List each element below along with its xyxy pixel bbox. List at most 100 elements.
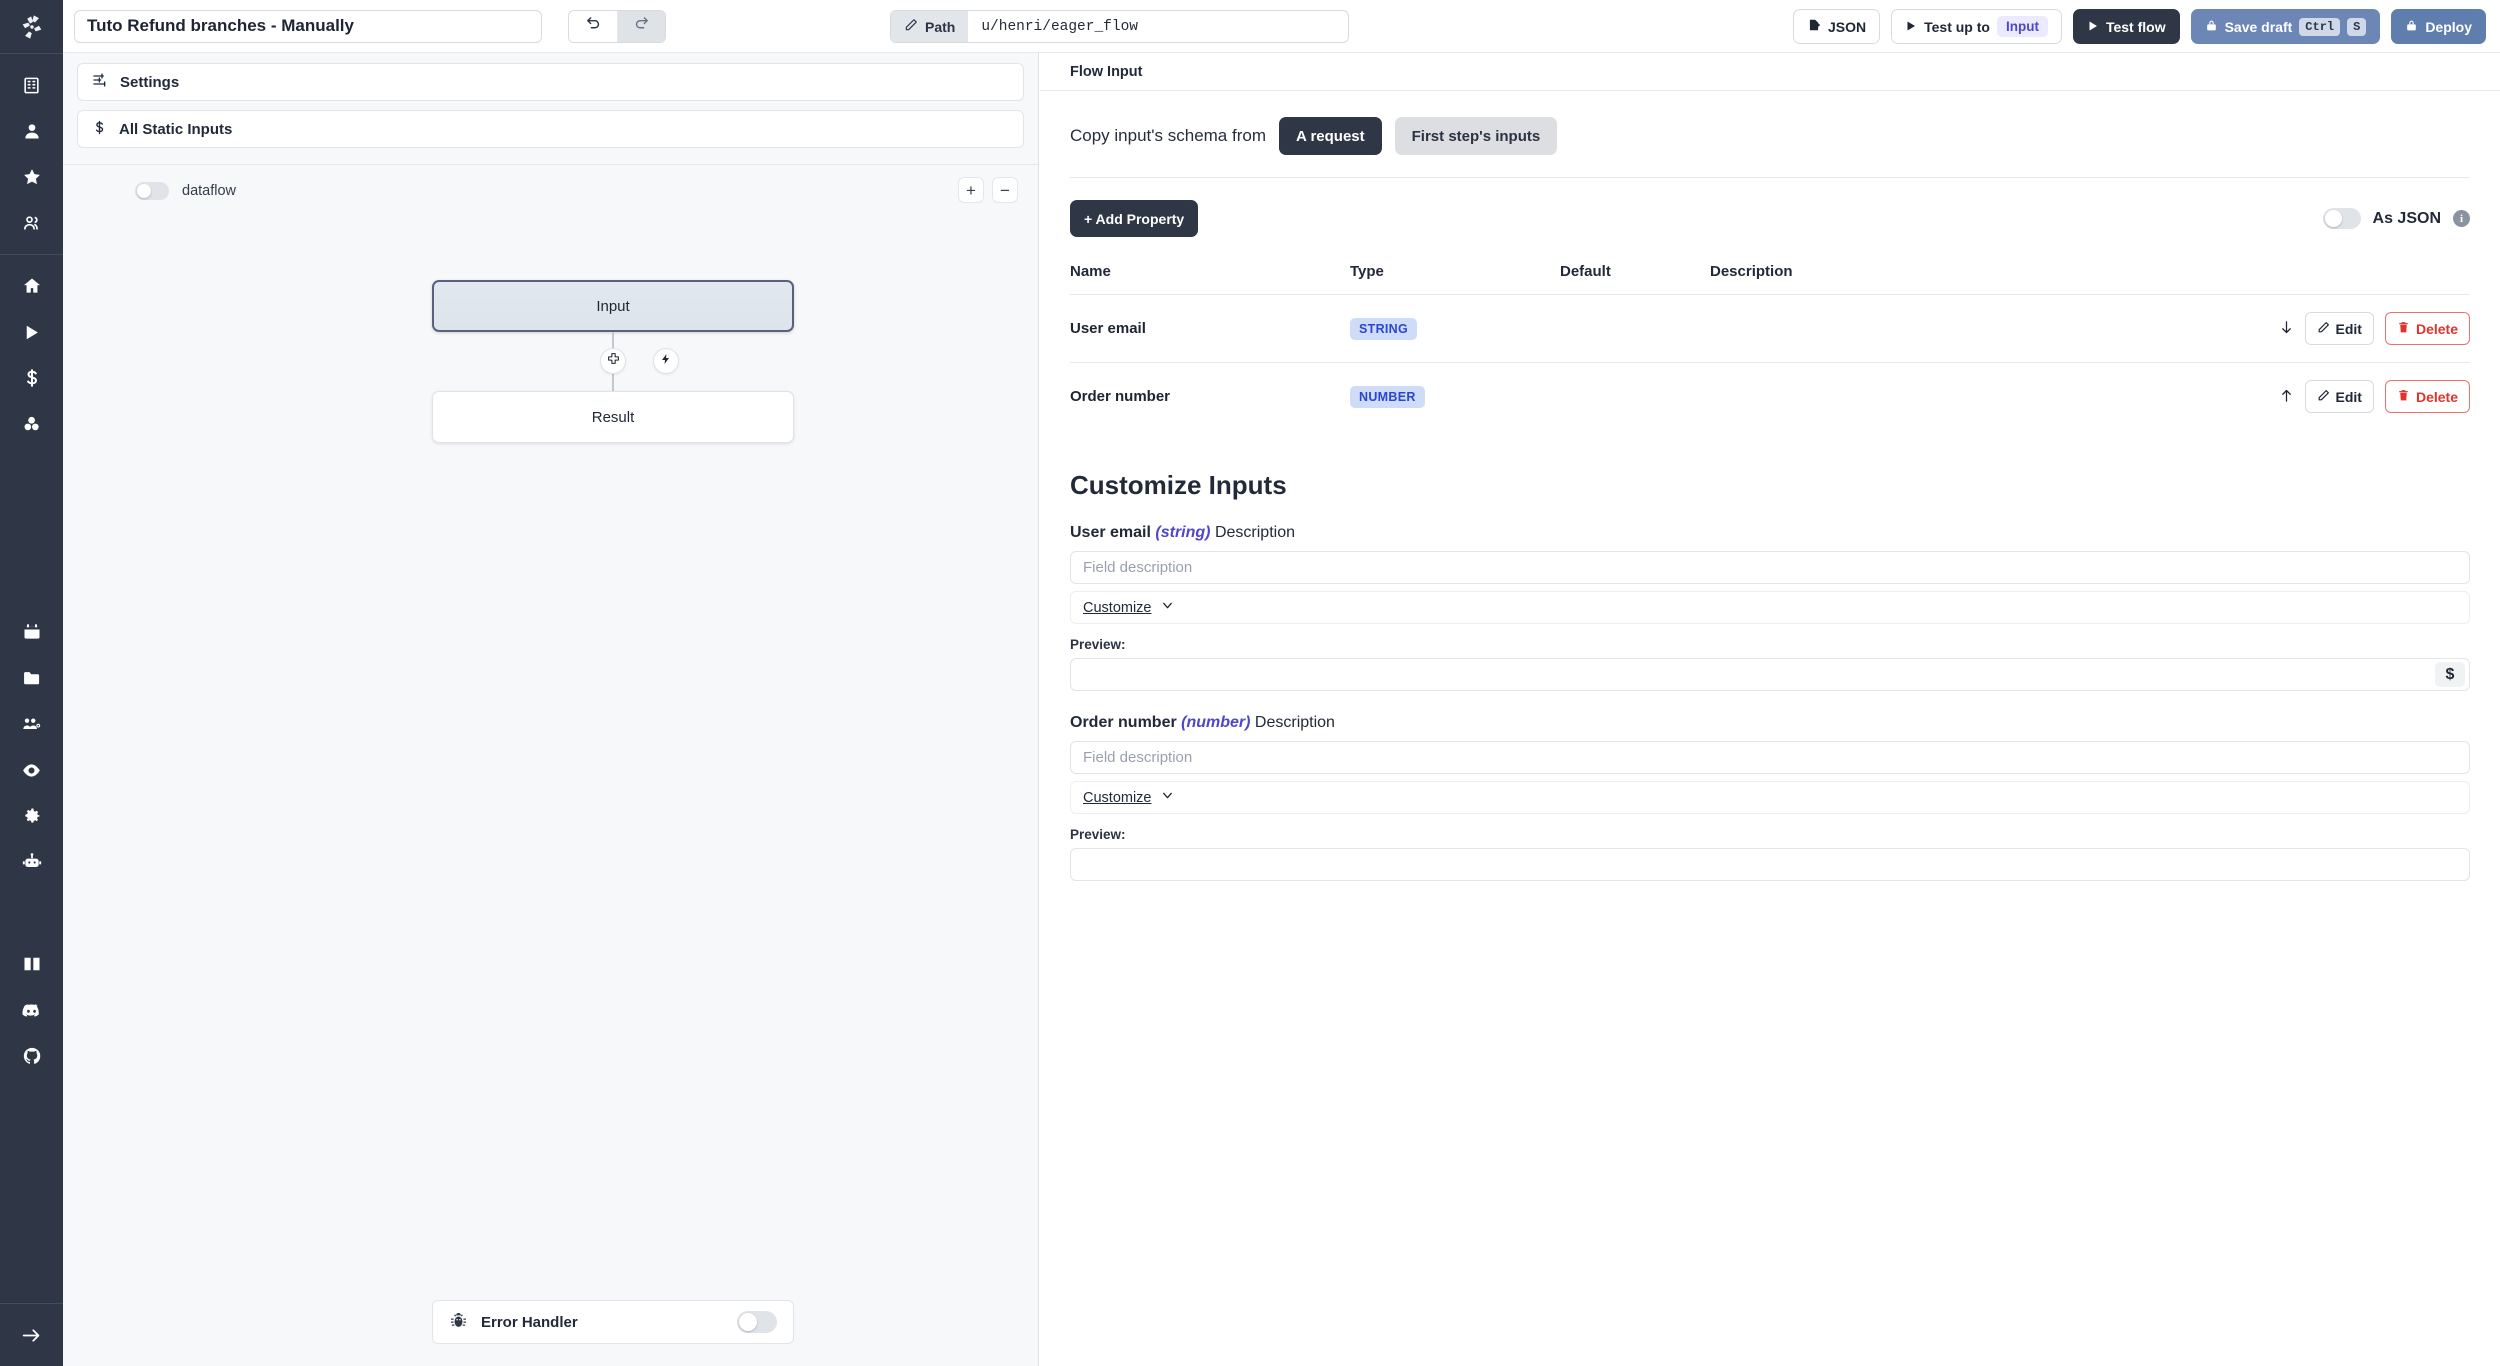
as-json-toggle[interactable] (2322, 208, 2361, 229)
add-trigger-button[interactable] (653, 348, 679, 374)
sidebar-item-expand-sidebar[interactable] (0, 1312, 63, 1358)
flow-node-result-label: Result (591, 408, 635, 426)
sliders-icon (92, 72, 108, 92)
sidebar-item-runs[interactable] (0, 309, 63, 355)
move-up-button[interactable] (2279, 387, 2294, 407)
sidebar-item-account[interactable] (0, 108, 63, 154)
info-icon[interactable]: i (2453, 210, 2470, 227)
as-json-group: As JSON i (2322, 208, 2470, 229)
edit-button[interactable]: Edit (2304, 312, 2374, 345)
add-step-button[interactable] (600, 348, 626, 374)
error-handler-card[interactable]: Error Handler (432, 1300, 794, 1344)
pencil-icon (904, 18, 918, 35)
sidebar-item-schedules[interactable] (0, 609, 63, 655)
customize-disclosure[interactable]: Customize (1070, 591, 2470, 624)
flow-canvas[interactable]: dataflow + − Input Result Error Handler (63, 164, 1038, 1366)
description-input[interactable]: Field description (1070, 741, 2470, 774)
sidebar-item-home[interactable] (0, 263, 63, 309)
rail-group-links (0, 933, 63, 1087)
flow-static-inputs-row[interactable]: All Static Inputs (77, 110, 1024, 148)
field-label-row: User email (string) Description (1070, 524, 2470, 542)
preview-input[interactable]: $ (1070, 658, 2470, 691)
zoom-in-button[interactable]: + (958, 177, 984, 203)
section-divider (1070, 177, 2470, 178)
dataflow-toggle[interactable] (135, 182, 169, 200)
dollar-icon[interactable]: $ (2435, 662, 2465, 687)
sidebar-item-groups[interactable] (0, 200, 63, 246)
add-property-button[interactable]: + Add Property (1070, 200, 1199, 237)
description-input[interactable]: Field description (1070, 551, 2470, 584)
preview-input[interactable] (1070, 848, 2470, 881)
sidebar-item-variables[interactable] (0, 355, 63, 401)
customize-disclosure[interactable]: Customize (1070, 781, 2470, 814)
zoom-out-button[interactable]: − (992, 177, 1018, 203)
field-suffix: Description (1254, 714, 1335, 731)
field-suffix: Description (1214, 524, 1295, 541)
row-actions: Edit Delete (1939, 312, 2470, 345)
page-title: Flow Input (1070, 63, 1143, 80)
error-handler-toggle[interactable] (737, 1311, 777, 1333)
book-icon (22, 954, 42, 974)
copy-schema-first-step-button[interactable]: First step's inputs (1394, 117, 1558, 155)
row-default (1560, 362, 1710, 430)
pencil-icon (2317, 389, 2330, 405)
redo-button[interactable] (617, 10, 665, 42)
json-button[interactable]: JSON (1792, 9, 1881, 44)
sidebar-item-github[interactable] (0, 1033, 63, 1079)
path-field[interactable]: Path u/henri/eager_flow (890, 10, 1350, 43)
path-label-group[interactable]: Path (891, 11, 969, 42)
bolt-icon (660, 352, 672, 370)
test-up-to-target[interactable]: Input (1996, 16, 2048, 37)
github-icon (22, 1046, 42, 1066)
play-icon (1905, 19, 1917, 35)
trash-icon (2397, 389, 2410, 405)
deploy-button[interactable]: Deploy (2391, 9, 2486, 44)
flow-title-text: Tuto Refund branches - Manually (87, 16, 354, 35)
robot-icon (22, 852, 42, 872)
save-draft-kbd-ctrl: Ctrl (2299, 17, 2341, 36)
preview-label: Preview: (1070, 827, 1126, 842)
flow-title-input[interactable]: Tuto Refund branches - Manually (74, 9, 542, 43)
undo-redo-group (568, 9, 666, 43)
row-description (1710, 294, 1939, 363)
test-up-to-button[interactable]: Test up to Input (1891, 9, 2062, 44)
user-icon (22, 121, 42, 141)
field-label-row: Order number (number) Description (1070, 714, 2470, 732)
flow-settings-row[interactable]: Settings (77, 63, 1024, 101)
move-down-button[interactable] (2279, 319, 2294, 339)
row-actions-cell: Edit Delete (1938, 362, 2470, 430)
delete-button[interactable]: Delete (2384, 380, 2470, 413)
flow-node-result[interactable]: Result (432, 391, 794, 443)
test-flow-button[interactable]: Test flow (2072, 9, 2180, 44)
table-row: User email STRING Edit Delete (1070, 294, 2470, 363)
save-draft-button[interactable]: Save draft Ctrl S (2190, 9, 2381, 44)
status-badge: NUMBER (1350, 385, 1425, 408)
sidebar-item-audit-logs[interactable] (0, 747, 63, 793)
sidebar-item-docs[interactable] (0, 941, 63, 987)
copy-schema-a-request-button[interactable]: A request (1279, 117, 1382, 155)
sidebar-item-workers[interactable] (0, 701, 63, 747)
edit-button[interactable]: Edit (2304, 380, 2374, 413)
sidebar-item-settings[interactable] (0, 793, 63, 839)
sidebar-item-folders[interactable] (0, 655, 63, 701)
home-icon (22, 276, 42, 296)
app-root: Tuto Refund branches - Manually Path u/h… (0, 0, 2500, 1366)
flow-node-input[interactable]: Input (432, 280, 794, 332)
undo-button[interactable] (569, 10, 617, 42)
sidebar-item-ai[interactable] (0, 839, 63, 885)
workers-icon (22, 714, 42, 734)
delete-button[interactable]: Delete (2384, 312, 2470, 345)
sidebar-item-resources[interactable] (0, 401, 63, 447)
test-flow-label: Test flow (2105, 18, 2166, 35)
path-value-text[interactable]: u/henri/eager_flow (968, 11, 1348, 42)
copy-schema-row: Copy input's schema from A request First… (1070, 117, 2470, 155)
sidebar-item-discord[interactable] (0, 987, 63, 1033)
play-icon (22, 323, 41, 342)
table-header-row: Name Type Default Description (1070, 263, 2470, 295)
flow-editor-panel: Settings All Static Inputs dataflow + − (63, 53, 1039, 1366)
top-toolbar: Tuto Refund branches - Manually Path u/h… (63, 0, 2500, 53)
sidebar-item-favorites[interactable] (0, 154, 63, 200)
windmill-logo-icon[interactable] (0, 0, 63, 53)
row-actions-cell: Edit Delete (1938, 294, 2470, 363)
sidebar-item-workspace[interactable] (0, 62, 63, 108)
